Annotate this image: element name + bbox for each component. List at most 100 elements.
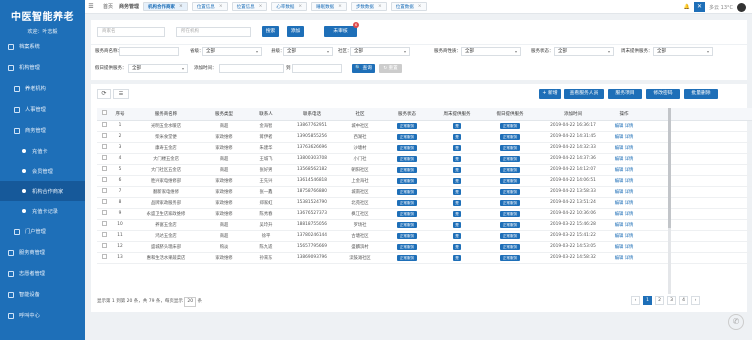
column-header[interactable]: 序号 — [111, 108, 129, 121]
row-checkbox[interactable] — [101, 188, 107, 193]
sidebar-item[interactable]: 档案系统 — [0, 36, 85, 57]
tab[interactable]: 睡眠数据 × — [311, 2, 347, 11]
table-row[interactable]: 4 大门楼五金店 商超 王城飞 13800303708 小门社 正常服务 是 正常服务 2019-… — [97, 153, 752, 165]
search-button[interactable]: 搜索 — [262, 26, 279, 37]
column-header[interactable]: 周末提供服务 — [431, 108, 483, 121]
close-icon[interactable]: × — [259, 4, 263, 9]
table-row[interactable]: 1 光明五金水暖店 商超 金海智 13867762951 城中社区 正常服务 是 正常服务 201… — [97, 120, 752, 132]
row-checkbox[interactable] — [101, 144, 107, 149]
end-date-input[interactable] — [292, 64, 342, 73]
sidebar-item[interactable]: 机构合作商家 — [0, 181, 85, 201]
close-icon[interactable]: × — [298, 4, 302, 9]
table-row[interactable]: 6 胜兴家电维修部 家政维修 王先兴 13614546818 上金海社 正常服务 是 正常服务 2… — [97, 175, 752, 187]
merchant-name-input[interactable]: 商家名 — [97, 27, 165, 37]
page-button[interactable]: 4 — [679, 296, 688, 305]
add-button[interactable]: 添加 — [287, 26, 304, 37]
detail-link[interactable]: 详情 — [625, 146, 634, 151]
change-password-button[interactable]: 修改密码 — [646, 89, 680, 99]
edit-link[interactable]: 编辑 — [615, 212, 624, 217]
row-checkbox[interactable] — [101, 155, 107, 160]
sidebar-item[interactable]: 会员管理 — [0, 161, 85, 181]
edit-link[interactable]: 编辑 — [615, 234, 624, 239]
table-row[interactable]: 13 惠和生活水果蔬菜店 家政维修 孙来东 13869093796 渎鼓滩社区 正常服务 是 正… — [97, 252, 752, 264]
nature-select[interactable]: 全部 ▾ — [461, 47, 521, 56]
sidebar-item[interactable]: 门户管理 — [0, 221, 85, 242]
tab[interactable]: 位置信息 × — [231, 2, 268, 11]
tab[interactable]: 位置信息 × — [191, 2, 228, 11]
row-checkbox[interactable] — [101, 210, 107, 215]
table-row[interactable]: 11 鸿达五金店 商超 徐平 13780246144 古塘社区 正常服务 是 正常服务 2019-… — [97, 230, 752, 242]
institution-select[interactable]: 所在机构 — [176, 27, 251, 37]
edit-link[interactable]: 编辑 — [615, 223, 624, 228]
edit-link[interactable]: 编辑 — [615, 168, 624, 173]
sidebar-item[interactable]: 商务管理 — [0, 120, 85, 141]
table-row[interactable]: 3 康寿五金店 家政维修 朱建华 13763626696 沙塘村 正常服务 是 正常服务 2019… — [97, 142, 752, 154]
holiday-select[interactable]: 全部 ▾ — [128, 64, 188, 73]
column-header[interactable]: 联系电话 — [287, 108, 337, 121]
sidebar-item[interactable]: 养老机构 — [0, 78, 85, 99]
page-size-select[interactable]: 20 — [184, 297, 197, 307]
page-button[interactable]: 1 — [643, 296, 652, 305]
close-icon[interactable]: × — [338, 4, 342, 9]
table-row[interactable]: 7 翻新家电维修 家政维修 张一鑫 18758766880 城南社区 正常服务 是 正常服务 20… — [97, 186, 752, 198]
row-checkbox[interactable] — [101, 166, 107, 171]
column-header[interactable]: 服务类型 — [203, 108, 245, 121]
row-checkbox[interactable] — [101, 133, 107, 138]
service-items-button[interactable]: 服务项目 — [608, 89, 642, 99]
close-icon[interactable]: × — [378, 4, 382, 9]
menu-icon[interactable]: ☰ — [85, 3, 97, 10]
tab[interactable]: 步数数据 × — [350, 2, 387, 11]
phone-icon[interactable]: ✆ — [728, 314, 744, 330]
detail-link[interactable]: 详情 — [625, 168, 634, 173]
tab[interactable]: 心率数据 × — [271, 2, 308, 11]
sidebar-item[interactable]: 志愿者管理 — [0, 263, 85, 284]
column-header[interactable]: 服务状态 — [383, 108, 431, 121]
sidebar-item[interactable]: 呼叫中心 — [0, 305, 85, 326]
detail-link[interactable]: 详情 — [625, 212, 634, 217]
close-tabs-button[interactable]: ✕ — [694, 2, 706, 12]
weekly-select[interactable]: 全部 ▾ — [653, 47, 713, 56]
start-date-input[interactable] — [219, 64, 284, 73]
row-checkbox[interactable] — [101, 232, 107, 237]
edit-link[interactable]: 编辑 — [615, 135, 624, 140]
column-header[interactable]: 服务商名称 — [129, 108, 203, 121]
tab[interactable]: 位置数据 × — [390, 2, 427, 11]
detail-link[interactable]: 详情 — [625, 124, 634, 129]
batch-delete-button[interactable]: 批量删除 — [684, 89, 718, 99]
tab[interactable]: 机构合作商家 × — [143, 2, 188, 11]
column-header[interactable]: 社区 — [337, 108, 383, 121]
sidebar-item[interactable]: 充值卡记录 — [0, 201, 85, 221]
detail-link[interactable]: 详情 — [625, 135, 634, 140]
edit-link[interactable]: 编辑 — [615, 256, 624, 261]
row-checkbox[interactable] — [101, 122, 107, 127]
service-name-input[interactable] — [119, 47, 179, 56]
detail-link[interactable]: 详情 — [625, 223, 634, 228]
detail-link[interactable]: 详情 — [625, 190, 634, 195]
next-page-button[interactable]: › — [691, 296, 700, 305]
sidebar-item[interactable]: 机构管理 — [0, 57, 85, 78]
select-all-checkbox[interactable] — [101, 110, 107, 116]
edit-link[interactable]: 编辑 — [615, 179, 624, 184]
detail-link[interactable]: 详情 — [625, 201, 634, 206]
detail-link[interactable]: 详情 — [625, 234, 634, 239]
page-button[interactable]: 3 — [667, 296, 676, 305]
edit-link[interactable]: 编辑 — [615, 201, 624, 206]
notification-icon[interactable]: 🔔 — [684, 4, 690, 10]
detail-link[interactable]: 详情 — [625, 157, 634, 162]
edit-link[interactable]: 编辑 — [615, 124, 624, 129]
breadcrumb-section[interactable]: 商务管理 — [119, 3, 139, 10]
table-row[interactable]: 10 养富五金店 商超 吴玲升 18818755056 罗场社 正常服务 是 正常服务 2019-… — [97, 219, 752, 231]
reset-button[interactable]: ↻ 重置 — [379, 64, 402, 73]
table-row[interactable]: 8 品牌家政服务部 家政维修 郑家虹 15381524790 北苑社区 正常服务 是 正常服务 2… — [97, 197, 752, 209]
table-row[interactable]: 2 柴米食堂便 家政维修 蒋伊者 13905855256 西湖社 正常服务 是 正常服务 2019… — [97, 131, 752, 143]
view-staff-button[interactable]: 查看服务人员 — [564, 89, 604, 99]
edit-link[interactable]: 编辑 — [615, 190, 624, 195]
row-checkbox[interactable] — [101, 243, 107, 248]
prev-page-button[interactable]: ‹ — [631, 296, 640, 305]
row-checkbox[interactable] — [101, 254, 107, 259]
column-header[interactable]: 添加时间 — [537, 108, 609, 121]
close-icon[interactable]: × — [219, 4, 223, 9]
edit-link[interactable]: 编辑 — [615, 245, 624, 250]
breadcrumb-home[interactable]: 首页 — [103, 3, 113, 10]
query-button[interactable]: 🔍 查询 — [352, 64, 375, 73]
